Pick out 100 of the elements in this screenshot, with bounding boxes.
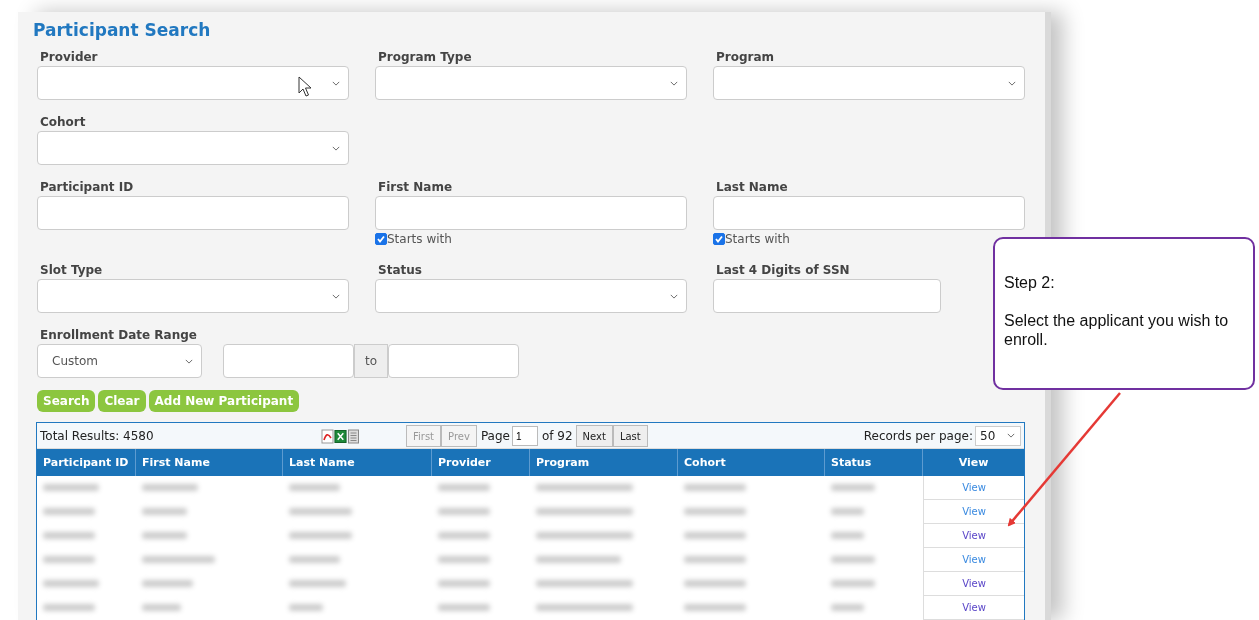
blurred-text (684, 532, 747, 539)
blurred-text (831, 580, 876, 587)
blurred-text (289, 580, 347, 587)
chevron-icon (1008, 80, 1016, 86)
dropdown-field[interactable] (713, 66, 1025, 100)
callout-text: Select the applicant you wish to enroll. (1004, 311, 1230, 349)
checkbox-label: Starts with (725, 232, 790, 246)
blurred-text (684, 484, 747, 491)
callout-title: Step 2: (1004, 273, 1056, 292)
spreadsheet-icon (334, 429, 347, 444)
blurred-text (142, 604, 182, 611)
blurred-text (43, 580, 99, 587)
blurred-text (289, 604, 324, 611)
blurred-text (684, 580, 747, 587)
column-header: Provider (432, 449, 530, 476)
view-link[interactable]: View (962, 506, 986, 517)
blurred-text (438, 508, 490, 515)
blurred-text (289, 508, 352, 515)
last-page-button[interactable]: Last (612, 425, 648, 447)
blurred-text (684, 556, 747, 563)
blurred-text (438, 580, 490, 587)
text-field[interactable] (37, 196, 349, 230)
checkbox[interactable] (713, 233, 725, 245)
checkbox-label: Starts with (387, 232, 452, 246)
view-link[interactable]: View (962, 482, 986, 493)
text-field[interactable] (713, 196, 1025, 230)
blurred-text (438, 484, 490, 491)
dropdown-field[interactable] (37, 66, 349, 100)
chevron-icon (1007, 433, 1015, 438)
field-label: First Name (377, 180, 454, 195)
blurred-text (684, 604, 747, 611)
date-field[interactable] (388, 344, 519, 378)
blurred-text (438, 532, 490, 539)
blurred-text (831, 604, 865, 611)
view-link[interactable]: View (962, 578, 986, 589)
blurred-text (438, 556, 490, 563)
view-link[interactable]: View (962, 530, 986, 541)
field-label: Program (715, 50, 776, 65)
date-field[interactable] (223, 344, 354, 378)
blurred-text (289, 484, 341, 491)
chevron-icon (670, 293, 678, 299)
view-link[interactable]: View (962, 602, 986, 613)
field-label: Participant ID (39, 180, 135, 195)
checkbox[interactable] (375, 233, 387, 245)
blurred-text (831, 556, 876, 563)
text-field[interactable] (713, 279, 941, 313)
range-separator: to (354, 344, 388, 378)
dropdown-field[interactable] (375, 279, 687, 313)
blurred-text (684, 508, 747, 515)
chevron-icon (332, 145, 340, 151)
blurred-text (831, 532, 865, 539)
column-header: View (923, 449, 1024, 476)
chevron-icon (332, 80, 340, 86)
blurred-text (289, 532, 352, 539)
records-per-page-label: Records per page: (863, 428, 973, 443)
blurred-text (438, 604, 490, 611)
blurred-text (831, 484, 876, 491)
field-label: Program Type (377, 50, 473, 65)
total-results: Total Results: 4580 (40, 428, 154, 443)
blurred-text (831, 508, 865, 515)
field-label: Enrollment Date Range (39, 328, 198, 343)
dropdown-field[interactable] (37, 131, 349, 165)
blurred-text (142, 580, 193, 587)
blurred-text (142, 484, 199, 491)
column-header: Program (530, 449, 678, 476)
chevron-icon (670, 80, 678, 86)
blurred-text (289, 556, 341, 563)
page-number-field[interactable]: 1 (511, 426, 538, 446)
chevron-icon (185, 358, 193, 364)
blurred-text (43, 556, 96, 563)
view-link[interactable]: View (962, 554, 986, 565)
blurred-text (43, 532, 96, 539)
page-title: Participant Search (33, 20, 212, 40)
pdf-icon (321, 429, 334, 444)
field-label: Cohort (39, 115, 87, 130)
cursor-icon (298, 76, 313, 98)
dropdown-field[interactable] (375, 66, 687, 100)
field-label: Provider (39, 50, 99, 65)
field-label: Slot Type (39, 263, 104, 278)
blurred-text (142, 532, 188, 539)
blurred-text (43, 484, 99, 491)
chevron-icon (332, 293, 340, 299)
blurred-text (43, 604, 96, 611)
blurred-text (142, 508, 188, 515)
page-label: Page (480, 429, 510, 443)
field-label: Status (377, 263, 423, 278)
text-field[interactable] (375, 196, 687, 230)
column-header: Last Name (283, 449, 432, 476)
column-header: Cohort (678, 449, 825, 476)
dropdown-field[interactable] (37, 279, 349, 313)
blurred-text (43, 508, 96, 515)
dropdown-field[interactable]: 50 (975, 425, 1021, 446)
column-header: Participant ID (37, 449, 136, 476)
next-page-button[interactable]: Next (575, 425, 613, 447)
page-count: of 92 (541, 429, 573, 443)
dropdown-field[interactable]: Custom (37, 344, 202, 378)
column-header: Status (825, 449, 923, 476)
document-icon (347, 429, 360, 444)
field-label: Last Name (715, 180, 789, 195)
column-header: First Name (136, 449, 283, 476)
